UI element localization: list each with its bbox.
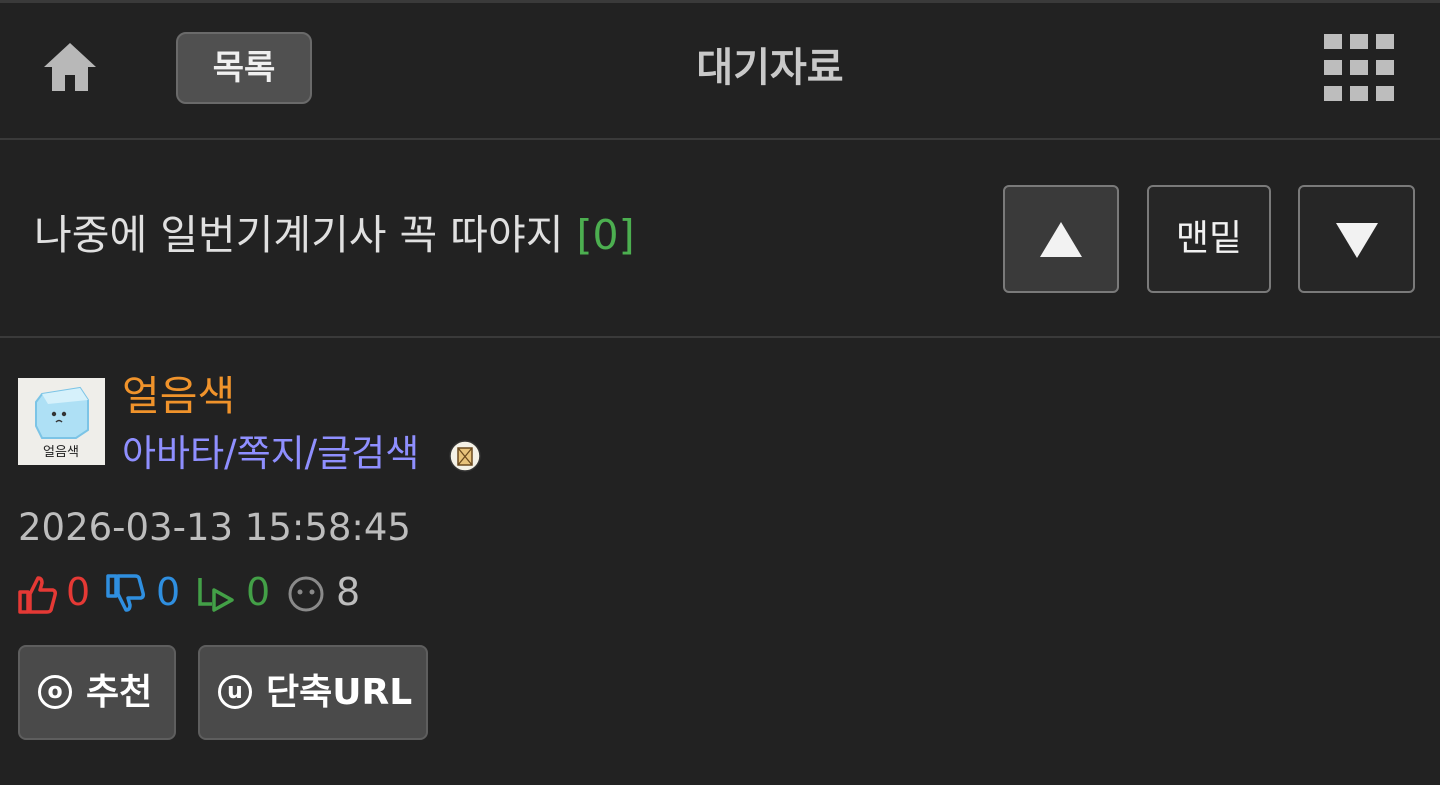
views-count: 8 [336, 570, 361, 614]
dislikes-count: 0 [156, 570, 181, 614]
avatar-caption: 얼음색 [43, 445, 79, 460]
comment-count[interactable]: [0] [577, 211, 635, 259]
post-title: 나중에 일번기계기사 꼭 따야지 [34, 211, 564, 259]
shares-count: 0 [246, 570, 271, 614]
author-name[interactable]: 얼음색 [122, 370, 235, 422]
triangle-down-icon [1335, 223, 1378, 258]
avatar[interactable]: 얼음색 [18, 378, 105, 465]
short-url-label: 단축URL [266, 672, 413, 713]
header-bar: 목록 대기자료 [0, 3, 1440, 140]
thumbs-up-icon[interactable] [18, 574, 58, 614]
thumbs-down-icon[interactable] [106, 574, 146, 614]
post-subject: 나중에 일번기계기사 꼭 따야지 [0] [34, 200, 635, 270]
post-datetime: 2026-03-13 15:58:45 [18, 506, 411, 549]
author-links[interactable]: 아바타/쪽지/글검색 [122, 428, 419, 480]
shortcut-key-o: o [38, 675, 72, 709]
shortcut-key-u: u [218, 675, 252, 709]
grid-menu-icon[interactable] [1324, 34, 1394, 104]
share-icon[interactable] [196, 574, 236, 614]
memo-icon[interactable] [449, 440, 481, 472]
views-face-icon [286, 574, 326, 614]
short-url-button[interactable]: u 단축URL [198, 645, 428, 740]
subject-bar: 나중에 일번기계기사 꼭 따야지 [0] 맨밑 [0, 140, 1440, 338]
home-icon[interactable] [40, 37, 100, 97]
likes-count: 0 [66, 570, 91, 614]
recommend-label: 추천 [86, 672, 153, 713]
scroll-down-button[interactable] [1298, 185, 1415, 293]
recommend-button[interactable]: o 추천 [18, 645, 176, 740]
go-bottom-button[interactable]: 맨밑 [1147, 185, 1271, 293]
board-title: 대기자료 [696, 45, 844, 91]
triangle-up-icon [1040, 222, 1082, 257]
list-button[interactable]: 목록 [176, 32, 312, 104]
scroll-up-button[interactable] [1003, 185, 1119, 293]
